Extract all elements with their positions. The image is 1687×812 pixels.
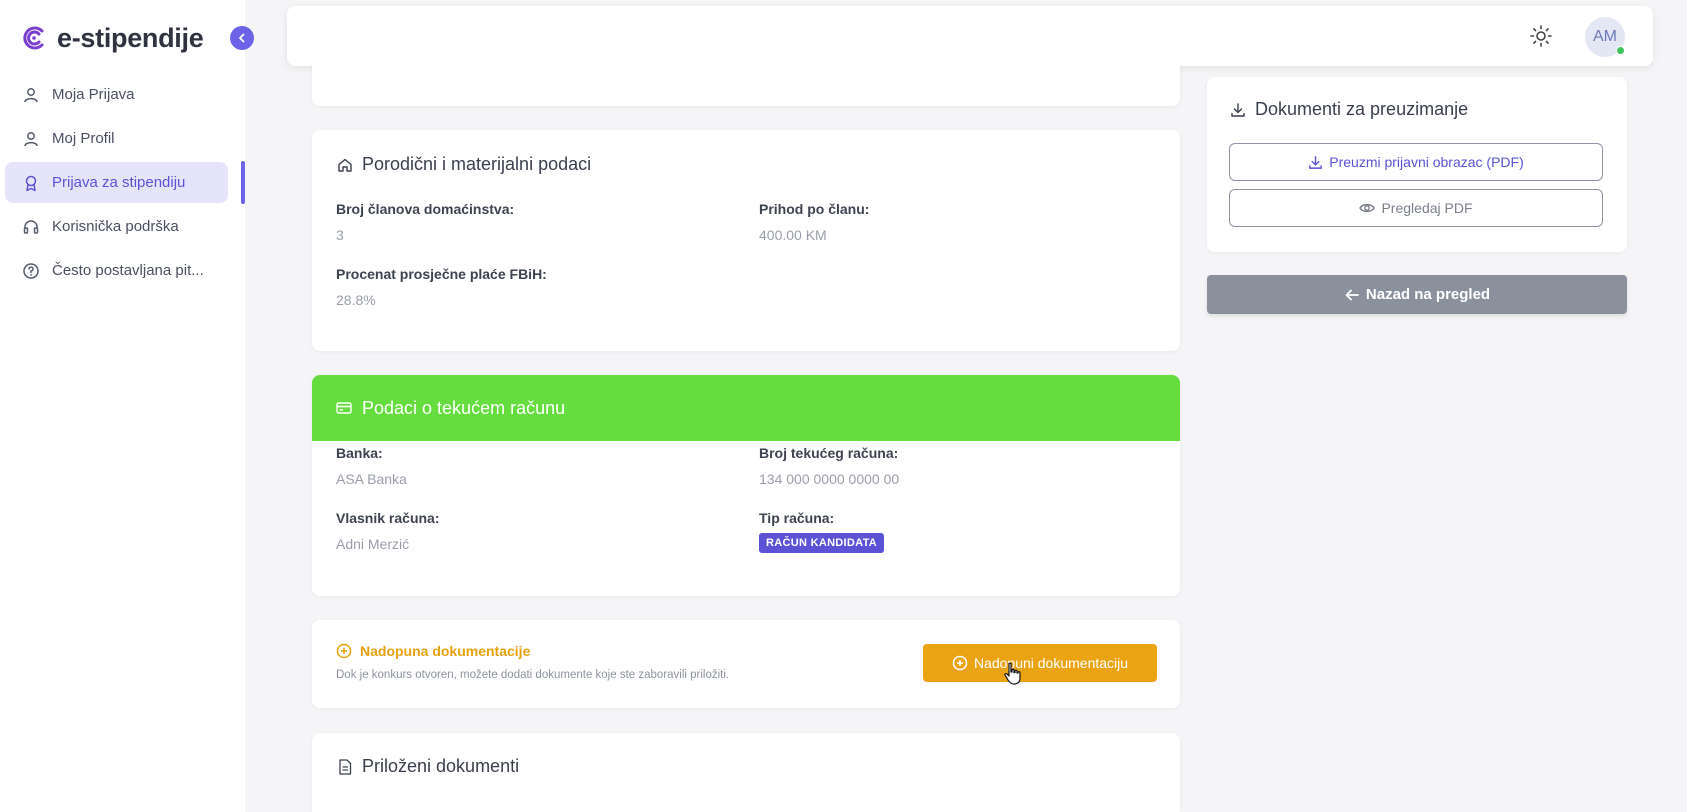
headset-icon [21,217,41,237]
download-pdf-button[interactable]: Preuzmi prijavni obrazac (PDF) [1229,143,1603,181]
download-pdf-label: Preuzmi prijavni obrazac (PDF) [1329,154,1524,170]
sidebar-item-label: Moja Prijava [52,86,135,103]
hand-cursor-icon [1004,662,1021,685]
sidebar-item-label: Često postavljana pit... [52,262,204,279]
sidebar-item-korisnicka-podrska[interactable]: Korisnička podrška [5,206,228,247]
help-circle-icon [21,261,41,281]
owner-value: Adni Merzić [336,536,410,552]
supplement-button-label: Nadopuni dokumentaciju [973,655,1129,671]
attached-title-text: Priloženi dokumenti [362,756,520,776]
bank-value: ASA Banka [336,471,407,487]
sidebar-nav: Moja Prijava Moj Profil Prijava za stipe… [5,74,245,294]
owner-label: Vlasnik računa: [336,510,440,526]
user-icon [21,129,41,149]
back-to-overview-button[interactable]: Nazad na pregled [1207,275,1627,314]
account-type-label: Tip računa: [759,510,835,526]
chevron-left-icon [239,33,245,43]
preview-pdf-button[interactable]: Pregledaj PDF [1229,189,1603,227]
account-title-text: Podaci o tekućem računu [362,397,566,418]
eye-icon [1359,203,1376,213]
household-label: Broj članova domaćinstva: [336,201,515,217]
online-status-dot [1616,46,1625,55]
brand[interactable]: e-stipendije [20,20,204,56]
back-button-label: Nazad na pregled [1365,286,1491,303]
income-value: 400.00 KM [759,227,827,243]
percent-value: 28.8% [336,292,376,308]
account-number-value: 134 000 0000 0000 00 [759,471,900,487]
bank-field: Banka: ASA Banka [336,445,407,487]
percent-label: Procenat prosječne plaće FBiH: [336,266,547,282]
sidebar-item-moj-profil[interactable]: Moj Profil [5,118,228,159]
user-icon [21,85,41,105]
account-card: Podaci o tekućem računu Banka: ASA Banka… [312,375,1180,596]
sidebar-item-label: Korisnička podrška [52,218,179,235]
family-card: Porodični i materijalni podaci Broj član… [312,130,1180,351]
collapse-sidebar-button[interactable] [230,26,254,50]
previous-card [312,60,1180,106]
sun-icon[interactable] [1529,24,1553,48]
bank-label: Banka: [336,445,383,461]
plus-circle-icon [336,643,352,659]
family-title-text: Porodični i materijalni podaci [362,154,592,174]
supplement-description: Dok je konkurs otvoren, možete dodati do… [336,669,730,681]
account-number-field: Broj tekućeg računa: 134 000 0000 0000 0… [759,445,899,487]
award-icon [21,173,41,193]
sidebar: e-stipendije Moja Prijava Moj Profil Pri… [0,0,254,812]
sidebar-item-label: Prijava za stipendiju [52,174,186,191]
avatar[interactable]: AM [1585,17,1625,57]
logo-icon [23,26,44,50]
download-icon [1229,101,1247,119]
sidebar-item-prijava-za-stipendiju[interactable]: Prijava za stipendiju [5,162,228,203]
downloads-title-text: Dokumenti za preuzimanje [1255,99,1469,119]
income-label: Prihod po članu: [759,201,870,217]
family-card-title: Porodični i materijalni podaci [336,154,591,175]
household-field: Broj članova domaćinstva: 3 [336,201,514,243]
active-indicator [241,161,245,204]
plus-circle-icon [952,655,968,671]
credit-card-icon [336,399,354,417]
account-number-label: Broj tekućeg računa: [759,445,899,461]
avatar-initials: AM [1593,28,1617,45]
account-type-badge: RAČUN KANDIDATA [759,533,885,553]
preview-pdf-label: Pregledaj PDF [1381,200,1473,216]
file-text-icon [336,758,354,776]
downloads-title: Dokumenti za preuzimanje [1229,99,1468,120]
arrow-left-icon [1345,289,1359,300]
brand-name: e-stipendije [57,22,204,53]
supplement-title-text: Nadopuna dokumentacije [360,643,531,659]
sidebar-item-moja-prijava[interactable]: Moja Prijava [5,74,228,115]
sidebar-item-cesto-postavljana-pitanja[interactable]: Često postavljana pit... [5,250,228,291]
topbar: AM [287,6,1653,66]
supplement-documentation-button[interactable]: Nadopuni dokumentaciju [923,644,1157,682]
attached-documents-title: Priloženi dokumenti [336,756,519,777]
sidebar-item-label: Moj Profil [52,130,115,147]
account-type-field: Tip računa: RAČUN KANDIDATA [759,510,885,553]
household-value: 3 [336,227,344,243]
percent-field: Procenat prosječne plaće FBiH: 28.8% [336,266,547,308]
home-icon [336,156,354,174]
owner-field: Vlasnik računa: Adni Merzić [336,510,440,552]
attached-documents-card: Priloženi dokumenti [312,733,1180,812]
supplement-title: Nadopuna dokumentacije [336,643,530,659]
account-card-header: Podaci o tekućem računu [312,375,1180,441]
income-field: Prihod po članu: 400.00 KM [759,201,869,243]
download-icon [1309,155,1323,169]
downloads-card: Dokumenti za preuzimanje Preuzmi prijavn… [1207,77,1627,252]
